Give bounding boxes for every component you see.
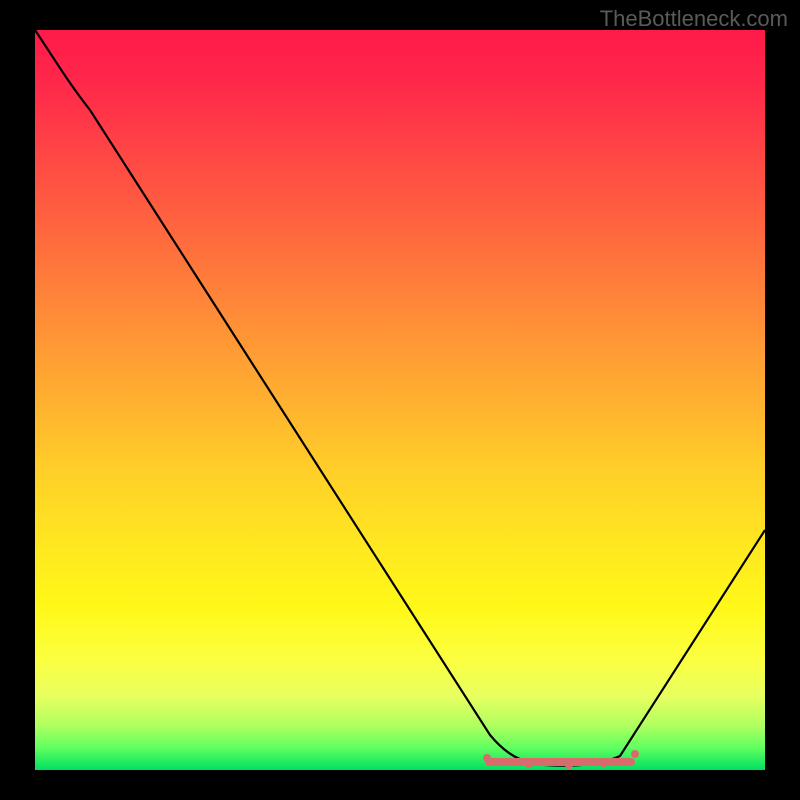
plot-area xyxy=(35,30,765,770)
watermark-text: TheBottleneck.com xyxy=(600,6,788,32)
optimal-band-marker xyxy=(485,758,635,766)
optimal-band-start-dot xyxy=(483,754,491,762)
optimal-band-mid-dot-2 xyxy=(565,761,573,769)
bottleneck-curve xyxy=(35,30,765,770)
optimal-band-mid-dot-3 xyxy=(600,759,608,767)
optimal-band-mid-dot-1 xyxy=(525,760,533,768)
optimal-band-end-dot xyxy=(631,750,639,758)
